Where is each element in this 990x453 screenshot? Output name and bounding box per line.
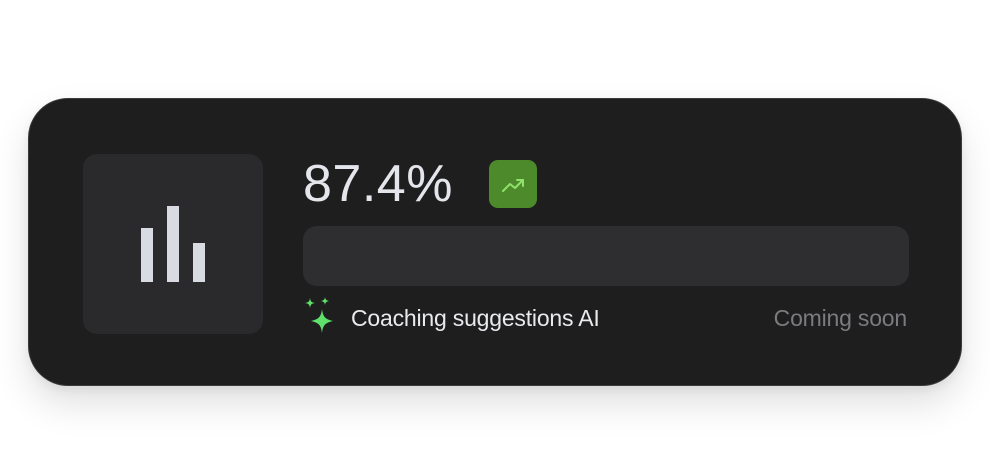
trending-up-icon xyxy=(502,179,524,192)
coaching-metric-card: 87.4% Coaching suggestions AI Coming soo… xyxy=(28,98,962,386)
chart-icon-tile xyxy=(83,154,263,334)
feature-label: Coaching suggestions AI xyxy=(351,305,600,331)
progress-bar xyxy=(303,226,909,286)
coming-soon-label: Coming soon xyxy=(773,305,908,331)
bar-chart-icon xyxy=(141,206,205,282)
progress-fill xyxy=(303,226,833,286)
metric-value: 87.4% xyxy=(303,155,453,213)
trend-badge xyxy=(489,160,537,208)
ai-sparkle-icon xyxy=(305,297,333,333)
